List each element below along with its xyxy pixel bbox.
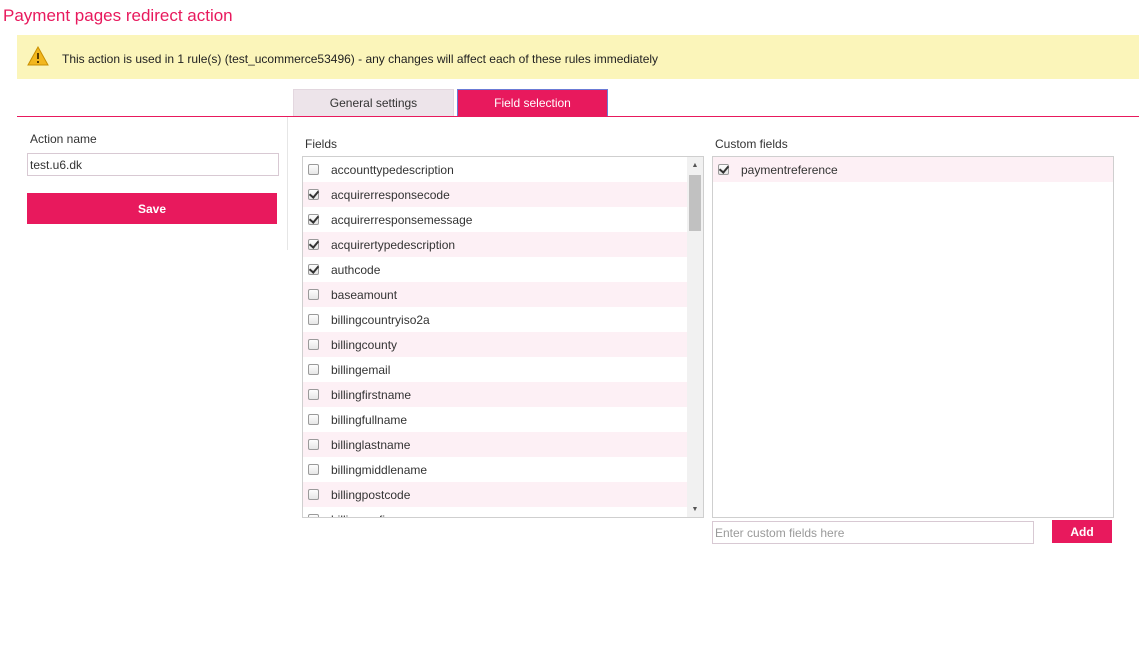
field-checkbox[interactable] (308, 339, 319, 350)
fields-list: accounttypedescription acquirerresponsec… (302, 156, 704, 518)
tab-bar: General settings Field selection (293, 89, 608, 116)
field-row[interactable]: authcode (303, 257, 687, 282)
field-checkbox[interactable] (308, 389, 319, 400)
field-row[interactable]: billingfirstname (303, 382, 687, 407)
save-button[interactable]: Save (27, 193, 277, 224)
fields-scrollbar[interactable]: ▲ ▼ (687, 157, 703, 517)
field-name: billingfullname (331, 412, 408, 427)
custom-fields-label: Custom fields (715, 137, 788, 151)
field-checkbox[interactable] (308, 214, 319, 225)
field-checkbox[interactable] (308, 489, 319, 500)
warning-text: This action is used in 1 rule(s) (test_u… (62, 52, 659, 66)
field-row[interactable]: billinglastname (303, 432, 687, 457)
custom-field-checkbox[interactable] (718, 164, 729, 175)
field-row[interactable]: billingcounty (303, 332, 687, 357)
field-row[interactable]: baseamount (303, 282, 687, 307)
field-name: acquirerresponsemessage (331, 212, 473, 227)
field-checkbox[interactable] (308, 364, 319, 375)
field-row[interactable]: accounttypedescription (303, 157, 687, 182)
field-checkbox[interactable] (308, 164, 319, 175)
field-name: acquirerresponsecode (331, 187, 450, 202)
scroll-thumb[interactable] (689, 175, 701, 231)
action-settings-panel: Action name Save (17, 117, 288, 250)
field-row[interactable]: acquirerresponsemessage (303, 207, 687, 232)
warning-banner: This action is used in 1 rule(s) (test_u… (17, 35, 1139, 79)
custom-field-name: paymentreference (741, 162, 838, 177)
field-row[interactable]: acquirertypedescription (303, 232, 687, 257)
scroll-down-arrow-icon[interactable]: ▼ (687, 501, 703, 517)
field-row[interactable]: billingprefix (303, 507, 687, 518)
add-custom-field-button[interactable]: Add (1052, 520, 1112, 543)
field-row[interactable]: acquirerresponsecode (303, 182, 687, 207)
field-row[interactable]: billingfullname (303, 407, 687, 432)
field-checkbox[interactable] (308, 189, 319, 200)
field-name: billingcountryiso2a (331, 312, 430, 327)
action-name-label: Action name (30, 132, 97, 146)
field-name: billingfirstname (331, 387, 412, 402)
custom-fields-list: paymentreference (712, 156, 1114, 518)
field-row[interactable]: billingpostcode (303, 482, 687, 507)
tab-field-selection[interactable]: Field selection (457, 89, 608, 116)
action-name-input[interactable] (27, 153, 279, 176)
page-title: Payment pages redirect action (3, 6, 233, 25)
custom-field-row[interactable]: paymentreference (713, 157, 1113, 182)
field-checkbox[interactable] (308, 514, 319, 517)
field-name: baseamount (331, 287, 398, 302)
field-checkbox[interactable] (308, 239, 319, 250)
field-checkbox[interactable] (308, 439, 319, 450)
field-name: billingprefix (331, 513, 391, 518)
field-name: accounttypedescription (331, 162, 454, 177)
field-name: acquirertypedescription (331, 237, 456, 252)
field-checkbox[interactable] (308, 414, 319, 425)
field-checkbox[interactable] (308, 289, 319, 300)
field-row[interactable]: billingcountryiso2a (303, 307, 687, 332)
field-row[interactable]: billingemail (303, 357, 687, 382)
field-name: authcode (331, 262, 381, 277)
custom-field-input[interactable] (712, 521, 1034, 544)
field-name: billingemail (331, 362, 391, 377)
field-name: billingcounty (331, 337, 398, 352)
field-checkbox[interactable] (308, 264, 319, 275)
tab-general-settings[interactable]: General settings (293, 89, 454, 116)
fields-label: Fields (305, 137, 338, 151)
field-checkbox[interactable] (308, 314, 319, 325)
field-name: billingmiddlename (331, 462, 428, 477)
warning-icon (27, 46, 49, 66)
field-name: billingpostcode (331, 487, 411, 502)
scroll-up-arrow-icon[interactable]: ▲ (687, 157, 703, 173)
field-name: billinglastname (331, 437, 411, 452)
field-checkbox[interactable] (308, 464, 319, 475)
field-row[interactable]: billingmiddlename (303, 457, 687, 482)
